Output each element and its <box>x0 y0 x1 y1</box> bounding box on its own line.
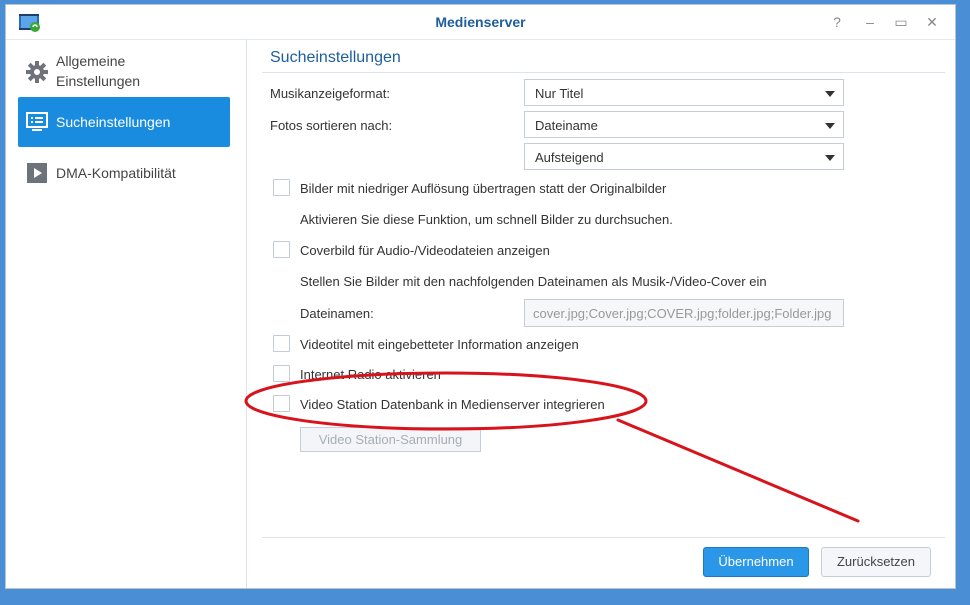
apply-button[interactable]: Übernehmen <box>703 547 809 577</box>
music-format-select[interactable]: Nur Titel <box>524 79 844 106</box>
title-bar: Medienserver ? – ▭ ✕ <box>6 5 955 40</box>
help-button[interactable]: ? <box>828 13 846 31</box>
photo-sort-select[interactable]: Dateiname <box>524 111 844 138</box>
play-icon <box>27 163 47 183</box>
internet-radio-label: Internet Radio aktivieren <box>300 367 441 382</box>
chevron-down-icon <box>825 91 835 97</box>
window-title: Medienserver <box>435 14 526 30</box>
low-res-checkbox[interactable] <box>273 179 290 196</box>
sidebar-item-general-settings[interactable]: Allgemeine Einstellungen <box>18 49 230 93</box>
photo-sort-value: Dateiname <box>535 118 598 133</box>
sidebar-item-label: Allgemeine <box>56 53 126 69</box>
sidebar-item-search-settings[interactable]: Sucheinstellungen <box>18 97 230 147</box>
low-res-label: Bilder mit niedriger Auflösung übertrage… <box>300 181 667 196</box>
close-button[interactable]: ✕ <box>923 13 941 31</box>
filenames-label: Dateinamen: <box>300 306 374 321</box>
video-title-label: Videotitel mit eingebetteter Information… <box>300 337 579 352</box>
cover-checkbox[interactable] <box>273 241 290 258</box>
cover-description: Stellen Sie Bilder mit den nachfolgenden… <box>300 274 767 289</box>
sidebar-item-label: Sucheinstellungen <box>56 114 171 130</box>
reset-button[interactable]: Zurücksetzen <box>821 547 931 577</box>
chevron-down-icon <box>825 123 835 129</box>
sidebar-item-label: DMA-Kompatibilität <box>56 165 176 181</box>
video-station-collection-button[interactable]: Video Station-Sammlung <box>300 427 481 452</box>
maximize-button[interactable]: ▭ <box>892 13 910 31</box>
chevron-down-icon <box>825 155 835 161</box>
internet-radio-checkbox[interactable] <box>273 365 290 382</box>
filenames-input[interactable]: cover.jpg;Cover.jpg;COVER.jpg;folder.jpg… <box>524 299 844 327</box>
sidebar: Allgemeine Einstellungen Sucheinstellung… <box>6 39 247 588</box>
video-station-checkbox[interactable] <box>273 395 290 412</box>
video-station-label: Video Station Datenbank in Medienserver … <box>300 397 605 412</box>
section-divider <box>262 72 945 73</box>
section-title: Sucheinstellungen <box>270 49 401 66</box>
gear-icon <box>26 61 48 83</box>
music-format-label: Musikanzeigeformat: <box>270 86 390 101</box>
monitor-list-icon <box>26 112 48 131</box>
sidebar-item-dma-compatibility[interactable]: DMA-Kompatibilität <box>18 153 230 193</box>
photo-order-value: Aufsteigend <box>535 150 604 165</box>
main-content: Sucheinstellungen Musikanzeigeformat: Nu… <box>262 39 945 588</box>
medienserver-window: Medienserver ? – ▭ ✕ Allgemeine Einstell… <box>5 4 956 589</box>
sidebar-item-label: Einstellungen <box>56 73 141 89</box>
video-title-checkbox[interactable] <box>273 335 290 352</box>
footer-divider <box>262 537 945 538</box>
low-res-description: Aktivieren Sie diese Funktion, um schnel… <box>300 212 673 227</box>
music-format-value: Nur Titel <box>535 86 584 101</box>
photo-sort-label: Fotos sortieren nach: <box>270 118 393 133</box>
photo-order-select[interactable]: Aufsteigend <box>524 143 844 170</box>
minimize-button[interactable]: – <box>861 13 879 31</box>
cover-label: Coverbild für Audio-/Videodateien anzeig… <box>300 243 550 258</box>
